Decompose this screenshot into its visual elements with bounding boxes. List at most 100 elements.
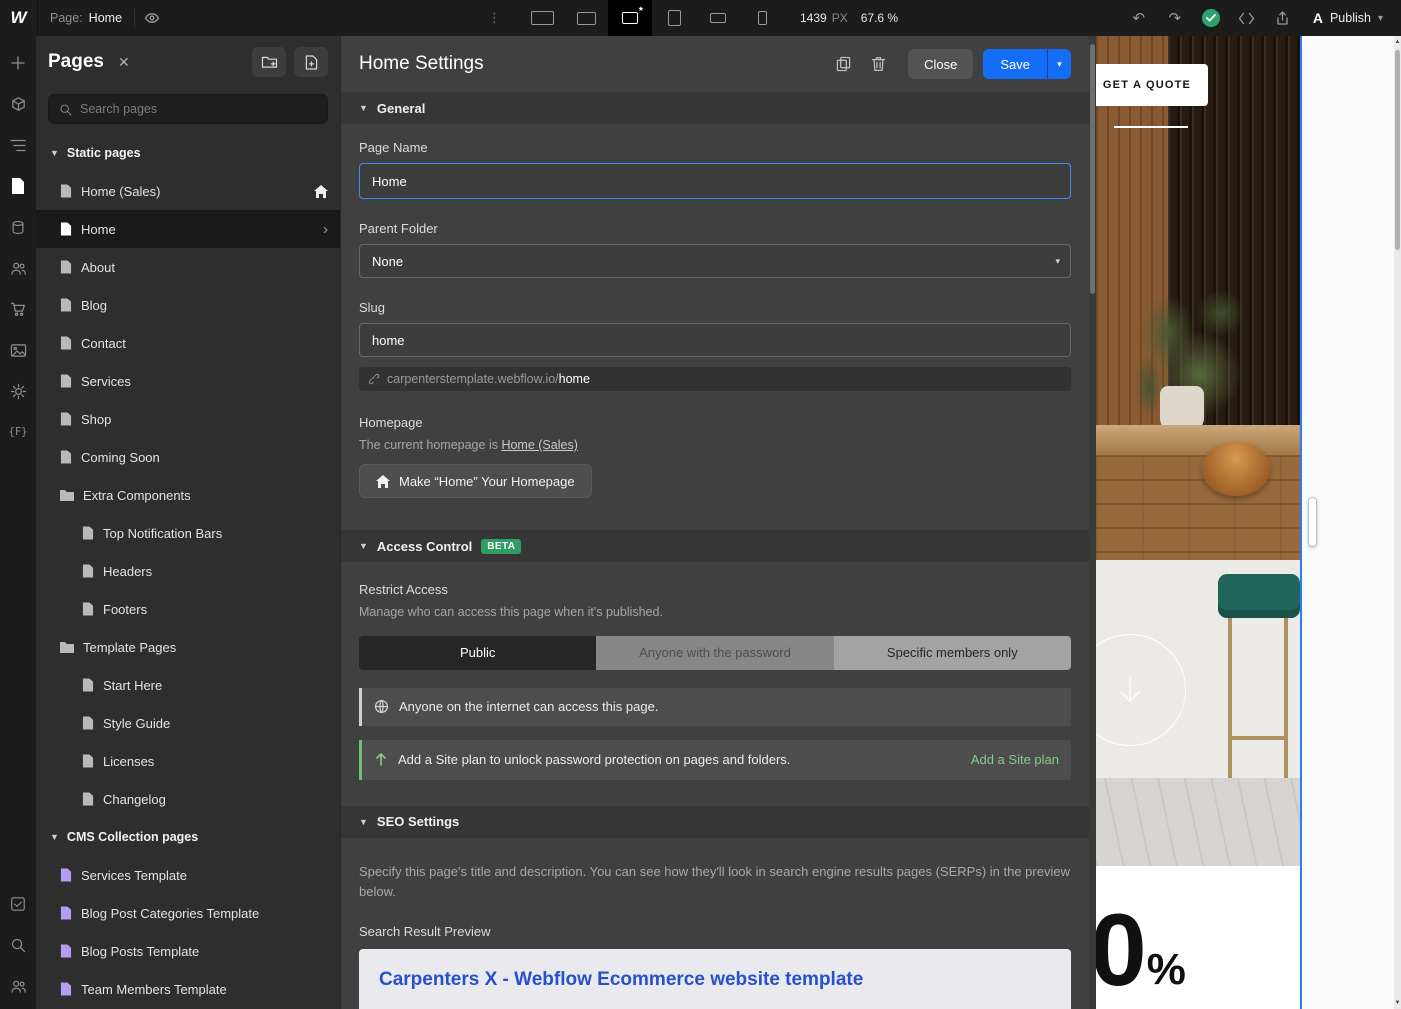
section-label: SEO Settings	[377, 814, 459, 829]
page-item-style-guide[interactable]: Style Guide	[36, 704, 340, 742]
page-item-blog[interactable]: Blog	[36, 286, 340, 324]
search-icon[interactable]	[0, 932, 36, 958]
beta-badge: BETA	[481, 539, 521, 554]
page-item-home[interactable]: Home ›	[36, 210, 340, 248]
slug-input[interactable]	[359, 323, 1071, 357]
settings-scrollbar[interactable]	[1089, 36, 1096, 1009]
page-url-preview: carpenterstemplate.webflow.io/home	[359, 367, 1071, 391]
page-item-changelog[interactable]: Changelog	[36, 780, 340, 818]
code-export-icon[interactable]	[1231, 0, 1263, 36]
section-label: Access Control	[377, 539, 472, 554]
segment-members[interactable]: Specific members only	[834, 636, 1071, 670]
canvas-dimensions[interactable]: 1439 PX 67.6 %	[800, 11, 898, 25]
cms-item-blog-posts-template[interactable]: Blog Posts Template	[36, 932, 340, 970]
segment-password[interactable]: Anyone with the password	[596, 636, 833, 670]
webflow-logo-icon[interactable]: W	[0, 0, 38, 36]
close-panel-icon[interactable]: ✕	[118, 54, 130, 71]
page-item-coming-soon[interactable]: Coming Soon	[36, 438, 340, 476]
community-icon[interactable]	[0, 973, 36, 999]
page-item-services[interactable]: Services	[36, 362, 340, 400]
folder-item-template-pages[interactable]: Template Pages	[36, 628, 340, 666]
default-breakpoint-star-icon: ★	[638, 5, 644, 13]
seo-section-header[interactable]: ▼ SEO Settings	[341, 806, 1089, 838]
settings-scrollbar-thumb[interactable]	[1090, 44, 1095, 294]
page-item-label: Coming Soon	[81, 450, 160, 465]
static-pages-section[interactable]: ▼ Static pages	[36, 134, 340, 172]
get-a-quote-button[interactable]: GET A QUOTE	[1096, 64, 1208, 106]
scroll-up-arrow-icon[interactable]: ▲	[1394, 39, 1401, 45]
folder-item-extra-components[interactable]: Extra Components	[36, 476, 340, 514]
page-item-shop[interactable]: Shop	[36, 400, 340, 438]
page-item-top-notification-bars[interactable]: Top Notification Bars	[36, 514, 340, 552]
cms-pages-section[interactable]: ▼ CMS Collection pages	[36, 818, 340, 856]
users-icon[interactable]	[0, 255, 36, 281]
undo-icon[interactable]: ↶	[1123, 0, 1155, 36]
variables-icon[interactable]: {F}	[0, 419, 36, 445]
cms-icon[interactable]	[0, 214, 36, 240]
settings-icon[interactable]	[0, 378, 36, 404]
general-section-body: Page Name Parent Folder None ▾ Slug carp…	[341, 124, 1089, 530]
public-access-text: Anyone on the internet can access this p…	[399, 699, 658, 714]
breakpoint-phone-portrait-icon[interactable]	[740, 0, 784, 36]
folder-item-label: Template Pages	[83, 640, 176, 655]
breakpoint-xl-desktop-icon[interactable]	[520, 0, 564, 36]
caret-down-icon: ▼	[359, 817, 368, 827]
delete-page-icon[interactable]	[871, 56, 886, 72]
page-item-start-here[interactable]: Start Here	[36, 666, 340, 704]
new-folder-button[interactable]	[252, 47, 286, 77]
page-item-label: Start Here	[103, 678, 162, 693]
breakpoint-large-desktop-icon[interactable]	[564, 0, 608, 36]
duplicate-page-icon[interactable]	[836, 56, 851, 72]
redo-icon[interactable]: ↷	[1159, 0, 1191, 36]
make-homepage-button[interactable]: Make “Home” Your Homepage	[359, 464, 592, 498]
canvas-scrollbar[interactable]: ▲ ▼	[1394, 36, 1401, 1009]
page-item-headers[interactable]: Headers	[36, 552, 340, 590]
cms-item-team-members-template[interactable]: Team Members Template	[36, 970, 340, 1008]
access-control-section-header[interactable]: ▼ Access Control BETA	[341, 530, 1089, 562]
section-label: General	[377, 101, 425, 116]
page-item-label: Changelog	[103, 792, 166, 807]
parent-folder-select[interactable]: None ▾	[359, 244, 1071, 278]
preview-eye-icon[interactable]	[135, 0, 169, 36]
page-name-input[interactable]	[359, 163, 1071, 199]
breakpoint-desktop-default-icon[interactable]: ★	[608, 0, 652, 36]
pages-icon[interactable]	[0, 173, 36, 199]
assets-icon[interactable]	[0, 337, 36, 363]
canvas-resize-handle[interactable]	[1308, 497, 1317, 547]
breakpoint-tablet-icon[interactable]	[652, 0, 696, 36]
components-icon[interactable]	[0, 91, 36, 117]
homepage-link[interactable]: Home (Sales)	[501, 438, 577, 452]
publish-button[interactable]: A Publish ▾	[1303, 0, 1389, 36]
page-item-contact[interactable]: Contact	[36, 324, 340, 362]
cms-item-blog-post-categories-template[interactable]: Blog Post Categories Template	[36, 894, 340, 932]
add-elements-icon[interactable]	[0, 50, 36, 76]
search-result-preview-label: Search Result Preview	[359, 924, 1071, 939]
scroll-down-arrow-icon[interactable]: ▼	[1394, 1000, 1401, 1006]
page-item-label: Home (Sales)	[81, 184, 160, 199]
checklist-icon[interactable]	[0, 891, 36, 917]
site-plan-banner: Add a Site plan to unlock password prote…	[359, 740, 1071, 780]
new-page-button[interactable]	[294, 47, 328, 77]
navigator-icon[interactable]	[0, 132, 36, 158]
add-site-plan-link[interactable]: Add a Site plan	[971, 752, 1059, 767]
zoom-level: 67.6 %	[861, 11, 898, 25]
general-section-header[interactable]: ▼ General	[341, 92, 1089, 124]
page-selector[interactable]: Page: Home	[38, 0, 134, 36]
page-item-about[interactable]: About	[36, 248, 340, 286]
share-export-icon[interactable]	[1267, 0, 1299, 36]
search-input[interactable]	[80, 102, 317, 116]
page-item-home-sales[interactable]: Home (Sales)	[36, 172, 340, 210]
ecommerce-icon[interactable]	[0, 296, 36, 322]
cms-item-services-template[interactable]: Services Template	[36, 856, 340, 894]
page-item-footers[interactable]: Footers	[36, 590, 340, 628]
save-button[interactable]: Save	[983, 49, 1047, 79]
pages-search[interactable]	[48, 94, 328, 124]
breakpoint-phone-landscape-icon[interactable]	[696, 0, 740, 36]
canvas-scrollbar-thumb[interactable]	[1395, 50, 1400, 250]
close-button[interactable]: Close	[908, 49, 973, 79]
design-canvas[interactable]: GET A QUOTE 0 %	[1096, 36, 1394, 1009]
upgrade-arrow-icon	[374, 752, 388, 767]
page-item-licenses[interactable]: Licenses	[36, 742, 340, 780]
save-dropdown-button[interactable]: ▾	[1047, 49, 1071, 79]
segment-public[interactable]: Public	[359, 636, 596, 670]
